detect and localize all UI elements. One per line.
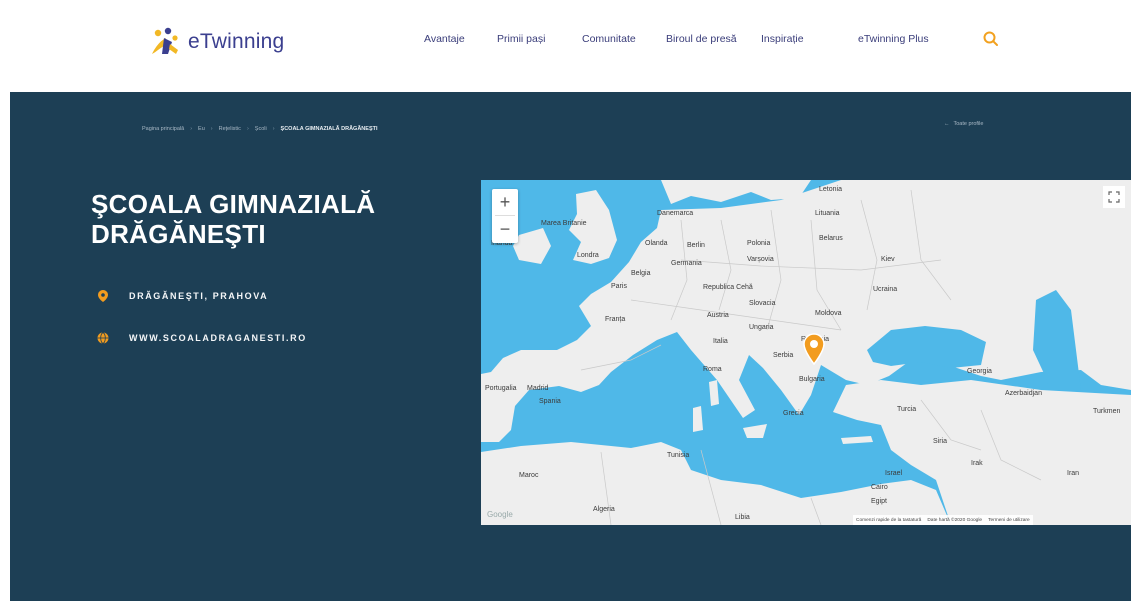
search-icon[interactable] (982, 30, 1000, 48)
site-header: eTwinning Avantaje Primii pași Comunitat… (0, 0, 1131, 92)
map-label: Irak (971, 460, 983, 467)
nav-primii-pasi[interactable]: Primii pași (497, 33, 545, 45)
map-label: Georgia (967, 368, 992, 375)
map-label: Turcia (897, 406, 917, 413)
map-label: Tunisia (667, 452, 690, 459)
map-label: Portugalia (485, 385, 517, 392)
map-label: Azerbaidjan (1005, 390, 1042, 397)
location-pin-icon (97, 290, 109, 302)
zoom-in-button[interactable]: + (492, 189, 518, 215)
map-label: Belarus (819, 235, 843, 242)
map-label: Italia (713, 338, 728, 345)
map-zoom-controls: + − (492, 189, 518, 243)
map-label: Belgia (631, 270, 651, 277)
school-location-marker[interactable] (803, 333, 825, 366)
back-arrow-icon: ← (944, 121, 950, 127)
map-label: Berlin (687, 242, 705, 249)
school-website-link[interactable]: WWW.SCOALADRAGANESTI.RO (129, 333, 307, 343)
school-location-map[interactable]: Letonia Danemarca Lituania Marea Britani… (481, 180, 1131, 525)
nav-inspiratie[interactable]: Inspirație (761, 33, 804, 45)
map-label: Serbia (773, 352, 794, 359)
breadcrumb-network[interactable]: Rețelistic (219, 126, 241, 132)
map-label: Franța (605, 316, 626, 323)
map-label: Lituania (815, 210, 840, 217)
terms-link[interactable]: Termeni de utilizare (988, 518, 1030, 523)
map-label: Germania (671, 260, 702, 267)
nav-comunitate[interactable]: Comunitate (582, 33, 636, 45)
map-label: Austria (707, 312, 729, 319)
map-label: Letonia (819, 186, 842, 193)
main-nav: Avantaje Primii pași Comunitate Biroul d… (0, 33, 1131, 53)
zoom-out-button[interactable]: − (492, 216, 518, 242)
map-label: Iran (1067, 470, 1080, 477)
breadcrumb-home[interactable]: Pagina principală (142, 126, 184, 132)
map-label: Maroc (519, 472, 539, 479)
map-label: Ucraina (873, 286, 898, 293)
map-label: Paris (611, 283, 627, 290)
map-label: Siria (933, 438, 948, 445)
map-label: Republica Cehă (703, 284, 753, 291)
map-label: Libia (735, 514, 750, 521)
map-label: Ungaria (749, 324, 774, 331)
breadcrumb-separator: › (190, 126, 193, 132)
school-location-text: DRĂGĂNEŞTI, PRAHOVA (129, 291, 269, 301)
map-label: Londra (577, 252, 599, 259)
map-label: Algeria (593, 506, 615, 513)
fullscreen-button[interactable] (1103, 186, 1125, 208)
nav-biroul-de-presa[interactable]: Biroul de presă (666, 33, 737, 45)
map-label: Grecia (783, 410, 804, 417)
school-location: DRĂGĂNEŞTI, PRAHOVA (97, 290, 268, 302)
map-label: Israel (885, 470, 903, 477)
breadcrumb-schools[interactable]: Școli (255, 126, 267, 132)
map-label: Varșovia (747, 256, 774, 263)
map-label: Madrid (527, 385, 549, 392)
map-label: Marea Britanie (541, 220, 587, 227)
keyboard-shortcuts-link[interactable]: Comenzi rapide de la tastatură (856, 518, 921, 523)
school-title: ŞCOALA GIMNAZIALĂ DRĂGĂNEŞTI (91, 189, 376, 249)
all-profiles-link[interactable]: ← Toate profile (944, 121, 983, 127)
map-label: Turkmen (1093, 408, 1121, 415)
breadcrumb-current: ŞCOALA GIMNAZIALĂ DRĂGĂNEŞTI (280, 126, 378, 132)
map-label: Moldova (815, 310, 842, 317)
all-profiles-label: Toate profile (953, 121, 984, 127)
map-label: Slovacia (749, 300, 776, 307)
map-attribution: Comenzi rapide de la tastatură Date hart… (853, 515, 1033, 525)
map-watermark: Google (487, 510, 513, 519)
map-label: Olanda (645, 240, 668, 247)
school-profile-hero: Pagina principală › Eu › Rețelistic › Șc… (10, 92, 1131, 601)
map-label: Spania (539, 398, 561, 405)
fullscreen-icon (1108, 191, 1120, 203)
map-label: Cairo (871, 484, 888, 491)
breadcrumb-separator: › (246, 126, 249, 132)
map-label: Kiev (881, 256, 895, 263)
school-website[interactable]: WWW.SCOALADRAGANESTI.RO (97, 332, 307, 344)
map-label: Danemarca (657, 210, 694, 217)
map-data-credit: Date hartă ©2020 Google (927, 517, 983, 523)
nav-etwinning-plus[interactable]: eTwinning Plus (858, 33, 929, 45)
breadcrumb: Pagina principală › Eu › Rețelistic › Șc… (142, 123, 378, 135)
globe-icon (97, 332, 109, 344)
breadcrumb-eu[interactable]: Eu (198, 126, 205, 132)
map-label: Polonia (747, 240, 771, 247)
map-label: Egipt (871, 498, 887, 505)
breadcrumb-separator: › (272, 126, 275, 132)
breadcrumb-separator: › (210, 126, 213, 132)
map-label: Bulgaria (799, 376, 825, 383)
nav-avantaje[interactable]: Avantaje (424, 33, 465, 45)
map-label: Roma (703, 366, 722, 373)
